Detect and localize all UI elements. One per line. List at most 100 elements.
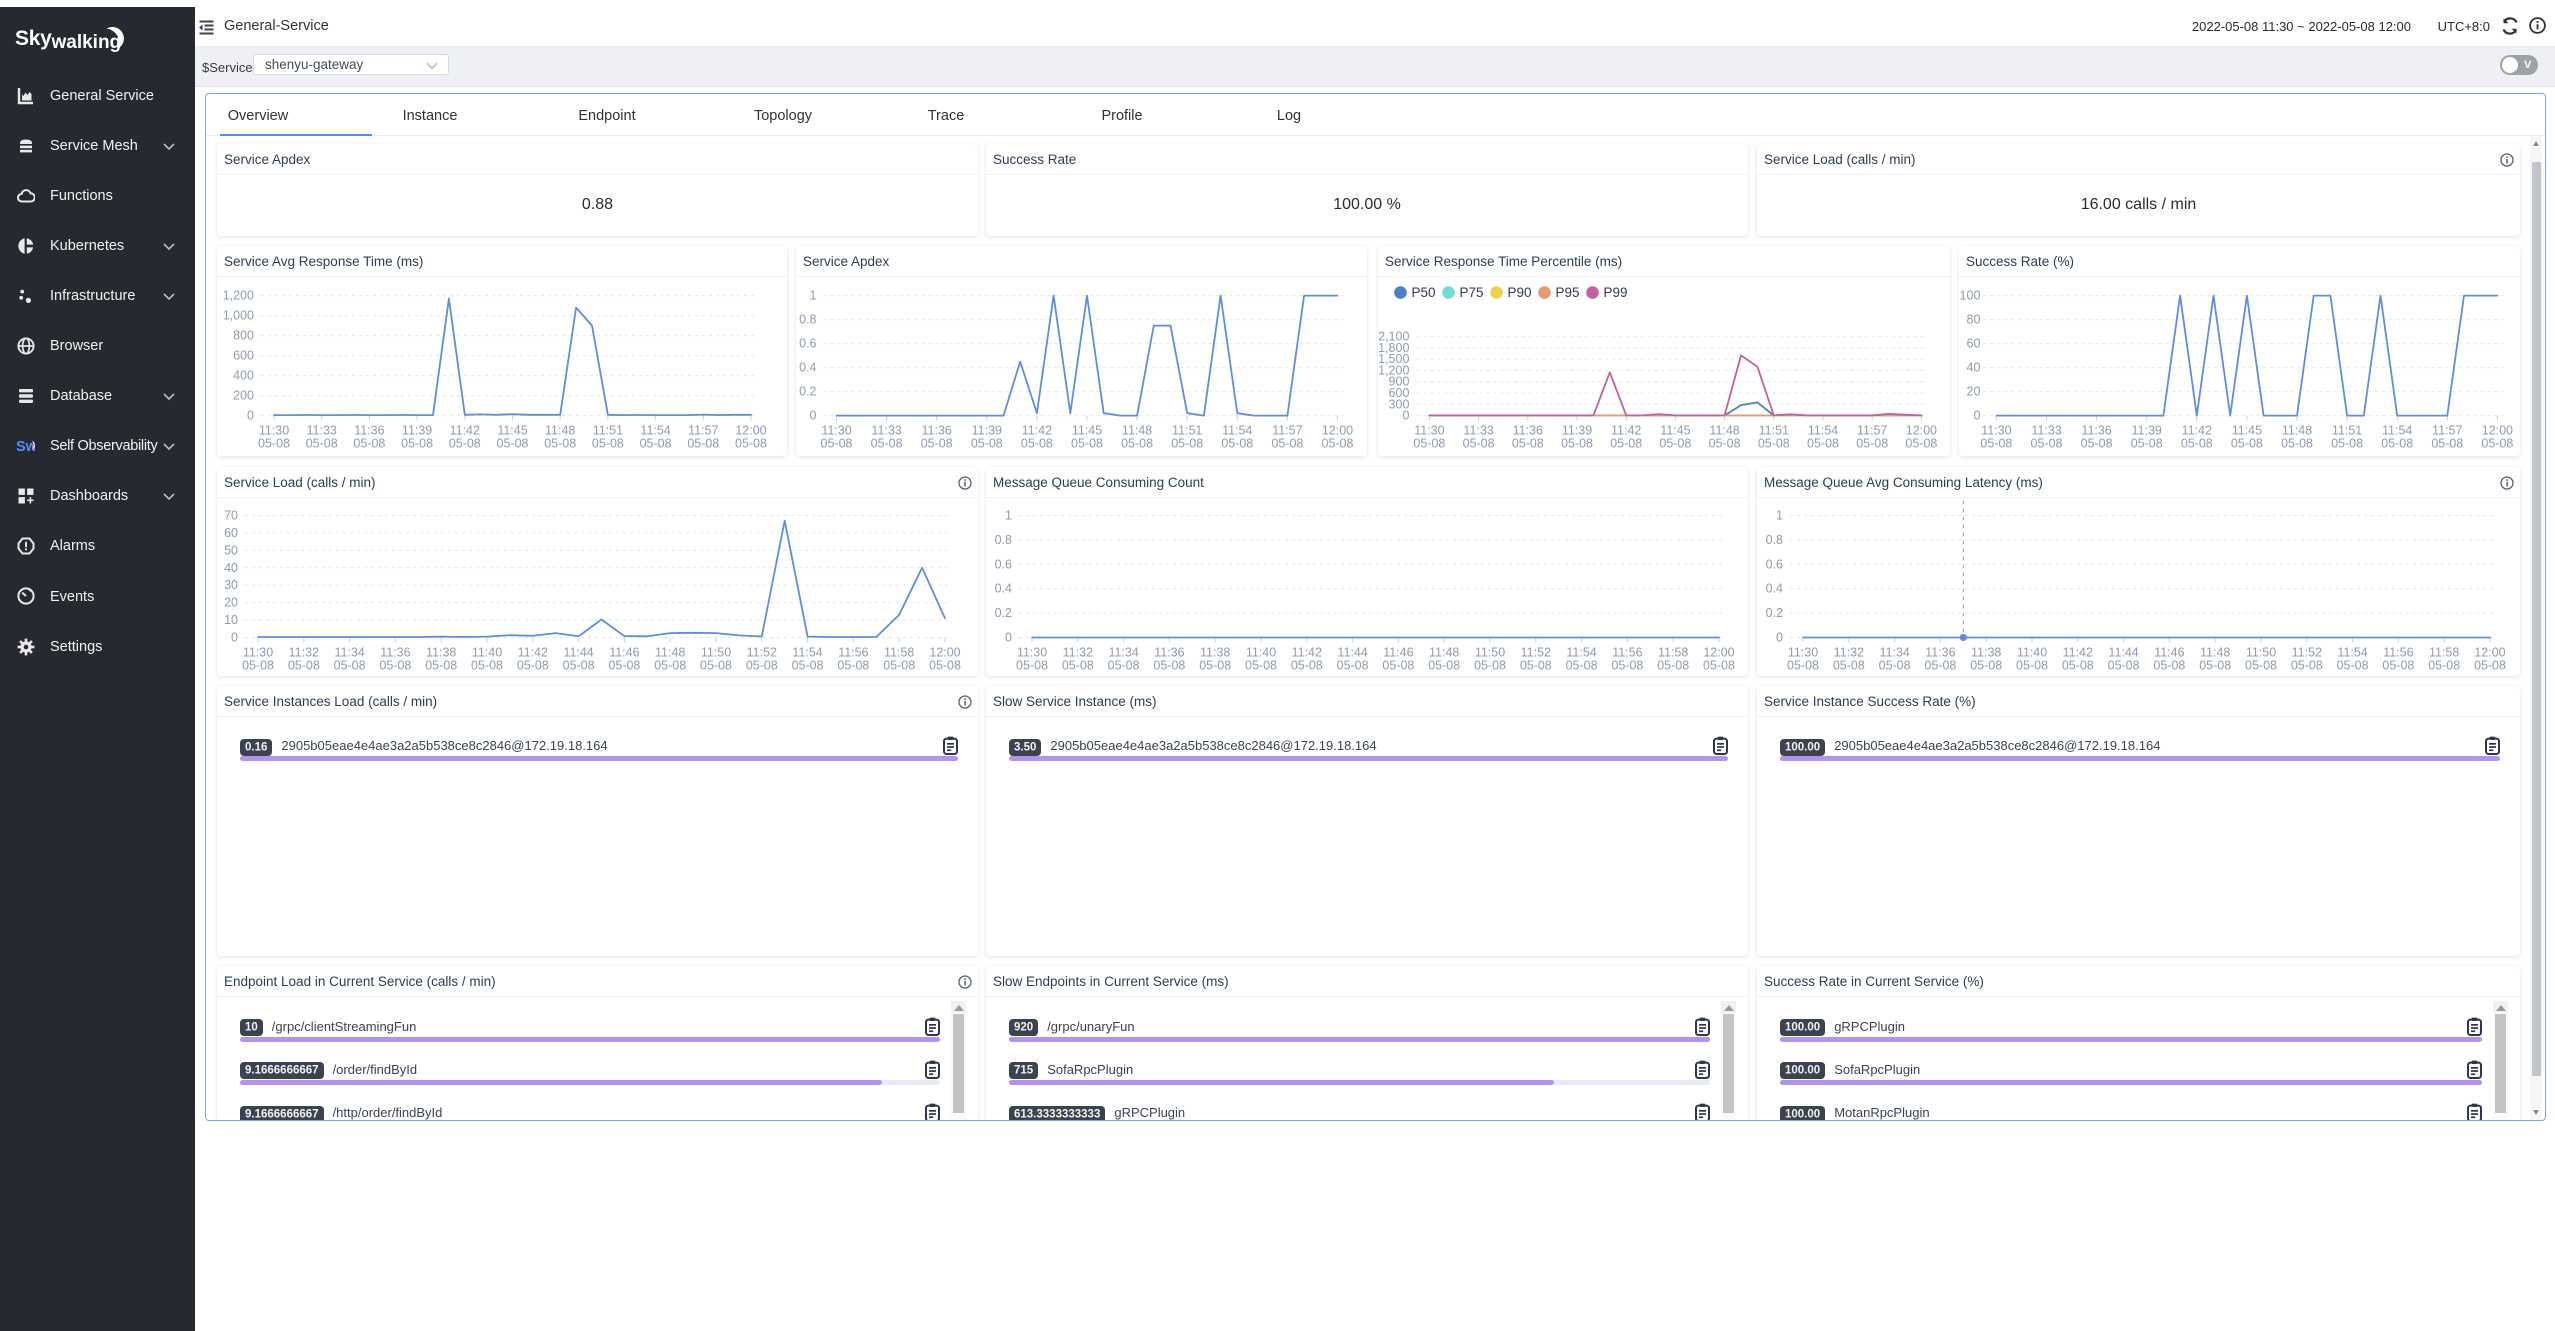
svg-text:05-08: 05-08 <box>1879 658 1911 672</box>
svg-text:05-08: 05-08 <box>306 437 338 451</box>
svg-text:05-08: 05-08 <box>1833 658 1865 672</box>
svg-text:11:39: 11:39 <box>402 424 432 438</box>
svg-text:05-08: 05-08 <box>2131 437 2163 451</box>
svg-text:11:38: 11:38 <box>426 645 456 659</box>
svg-text:0.6: 0.6 <box>1766 557 1783 571</box>
svg-text:05-08: 05-08 <box>792 658 824 672</box>
svg-text:11:48: 11:48 <box>1122 424 1152 438</box>
svg-text:11:39: 11:39 <box>972 424 1002 438</box>
svg-text:50: 50 <box>224 543 238 557</box>
svg-text:05-08: 05-08 <box>1108 658 1140 672</box>
svg-text:05-08: 05-08 <box>1709 437 1741 451</box>
svg-text:11:46: 11:46 <box>1383 645 1413 659</box>
svg-text:0.8: 0.8 <box>995 532 1012 546</box>
svg-text:05-08: 05-08 <box>1856 437 1888 451</box>
svg-text:05-08: 05-08 <box>353 437 385 451</box>
svg-text:05-08: 05-08 <box>1171 437 1203 451</box>
svg-text:05-08: 05-08 <box>2153 658 2185 672</box>
svg-text:11:52: 11:52 <box>747 645 777 659</box>
svg-text:12:00: 12:00 <box>1703 645 1734 659</box>
svg-text:11:51: 11:51 <box>2332 424 2362 438</box>
svg-text:05-08: 05-08 <box>544 437 576 451</box>
svg-text:11:56: 11:56 <box>1612 645 1642 659</box>
svg-text:80: 80 <box>1967 313 1981 327</box>
svg-text:05-08: 05-08 <box>497 437 529 451</box>
svg-text:05-08: 05-08 <box>1659 437 1691 451</box>
svg-text:60: 60 <box>1967 337 1981 351</box>
svg-text:05-08: 05-08 <box>425 658 457 672</box>
svg-text:05-08: 05-08 <box>1561 437 1593 451</box>
svg-text:11:52: 11:52 <box>1521 645 1551 659</box>
svg-text:05-08: 05-08 <box>883 658 915 672</box>
svg-text:20: 20 <box>224 595 238 609</box>
svg-text:05-08: 05-08 <box>1245 658 1277 672</box>
svg-text:05-08: 05-08 <box>2281 437 2313 451</box>
svg-text:05-08: 05-08 <box>1221 437 1253 451</box>
svg-text:11:51: 11:51 <box>1172 424 1202 438</box>
svg-text:05-08: 05-08 <box>2245 658 2277 672</box>
svg-text:05-08: 05-08 <box>746 658 778 672</box>
svg-text:2,100: 2,100 <box>1378 330 1409 344</box>
svg-text:11:56: 11:56 <box>838 645 868 659</box>
svg-text:60: 60 <box>224 525 238 539</box>
svg-text:11:46: 11:46 <box>609 645 639 659</box>
svg-text:12:00: 12:00 <box>929 645 960 659</box>
svg-text:0.4: 0.4 <box>995 581 1012 595</box>
svg-text:11:42: 11:42 <box>2063 645 2093 659</box>
svg-text:05-08: 05-08 <box>2481 437 2513 451</box>
svg-text:05-08: 05-08 <box>735 437 767 451</box>
svg-text:05-08: 05-08 <box>687 437 719 451</box>
svg-text:05-08: 05-08 <box>1291 658 1323 672</box>
svg-text:11:39: 11:39 <box>1562 424 1592 438</box>
svg-text:40: 40 <box>224 560 238 574</box>
svg-text:11:48: 11:48 <box>1429 645 1459 659</box>
svg-text:11:44: 11:44 <box>2108 645 2138 659</box>
svg-text:11:57: 11:57 <box>1272 424 1302 438</box>
svg-text:1: 1 <box>1776 508 1783 522</box>
svg-text:05-08: 05-08 <box>1758 437 1790 451</box>
svg-text:05-08: 05-08 <box>837 658 869 672</box>
svg-text:600: 600 <box>233 349 254 363</box>
svg-text:05-08: 05-08 <box>1512 437 1544 451</box>
svg-text:05-08: 05-08 <box>1905 437 1937 451</box>
svg-text:12:00: 12:00 <box>2474 645 2505 659</box>
svg-text:1: 1 <box>1005 508 1012 522</box>
svg-text:05-08: 05-08 <box>821 437 853 451</box>
svg-text:05-08: 05-08 <box>1121 437 1153 451</box>
svg-text:11:54: 11:54 <box>1566 645 1596 659</box>
svg-text:05-08: 05-08 <box>1337 658 1369 672</box>
svg-text:11:30: 11:30 <box>1788 645 1818 659</box>
svg-text:11:33: 11:33 <box>871 424 901 438</box>
svg-text:11:57: 11:57 <box>2432 424 2462 438</box>
svg-text:11:42: 11:42 <box>1022 424 1052 438</box>
svg-text:11:36: 11:36 <box>1513 424 1543 438</box>
svg-text:05-08: 05-08 <box>563 658 595 672</box>
svg-text:05-08: 05-08 <box>654 658 686 672</box>
svg-text:05-08: 05-08 <box>1021 437 1053 451</box>
svg-text:05-08: 05-08 <box>2428 658 2460 672</box>
svg-text:11:44: 11:44 <box>1337 645 1367 659</box>
svg-text:11:45: 11:45 <box>497 424 527 438</box>
svg-text:11:46: 11:46 <box>2154 645 2184 659</box>
svg-text:40: 40 <box>1967 361 1981 375</box>
svg-text:11:33: 11:33 <box>2031 424 2061 438</box>
svg-text:11:51: 11:51 <box>593 424 623 438</box>
svg-text:05-08: 05-08 <box>1520 658 1552 672</box>
svg-text:11:45: 11:45 <box>1072 424 1102 438</box>
svg-text:11:50: 11:50 <box>1475 645 1505 659</box>
svg-text:05-08: 05-08 <box>921 437 953 451</box>
svg-text:11:42: 11:42 <box>1292 645 1322 659</box>
svg-text:11:50: 11:50 <box>701 645 731 659</box>
svg-text:0.8: 0.8 <box>1766 532 1783 546</box>
svg-text:05-08: 05-08 <box>2382 658 2414 672</box>
svg-text:11:54: 11:54 <box>1222 424 1252 438</box>
svg-text:05-08: 05-08 <box>2337 658 2369 672</box>
svg-text:05-08: 05-08 <box>1071 437 1103 451</box>
svg-text:05-08: 05-08 <box>1924 658 1956 672</box>
svg-text:05-08: 05-08 <box>1610 437 1642 451</box>
svg-text:11:40: 11:40 <box>1246 645 1276 659</box>
svg-text:11:57: 11:57 <box>1857 424 1887 438</box>
svg-text:0: 0 <box>810 409 817 423</box>
svg-text:11:36: 11:36 <box>1154 645 1184 659</box>
svg-text:05-08: 05-08 <box>1566 658 1598 672</box>
